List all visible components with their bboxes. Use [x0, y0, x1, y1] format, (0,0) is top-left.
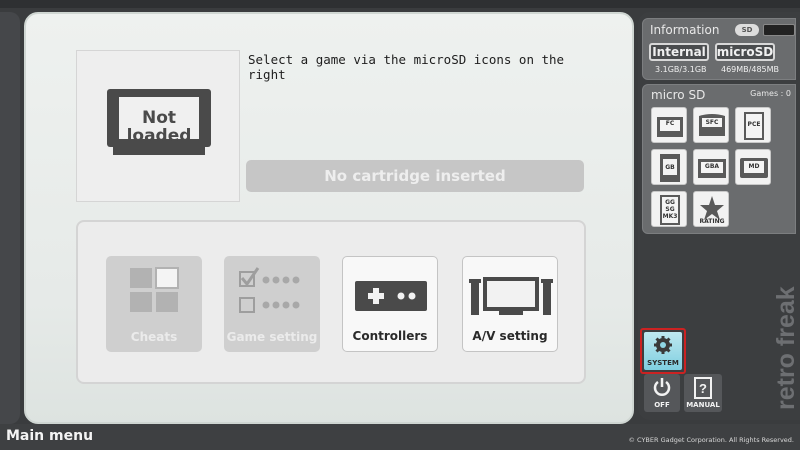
off-label: OFF [654, 401, 670, 409]
tv-speakers-icon [469, 277, 553, 315]
internal-storage-chip: Internal [649, 43, 709, 61]
av-setting-button[interactable]: A/V setting [462, 256, 558, 352]
sfc-cartridge-icon [699, 114, 725, 136]
microsd-title: micro SD [651, 88, 706, 102]
retro-freak-logo-text: retro freak [772, 286, 800, 410]
game-setting-button[interactable]: Game setting [224, 256, 320, 352]
cartridge-label: Not loaded [105, 109, 213, 145]
pce-label: PCE [747, 121, 761, 128]
game-preview-card: Not loaded [76, 50, 240, 202]
games-count: Games : 0 [750, 89, 791, 98]
cartridge-label-line2: loaded [126, 126, 192, 146]
md-label: MD [748, 163, 760, 170]
system-button[interactable]: SYSTEM [640, 328, 686, 374]
manual-button[interactable]: ? MANUAL [684, 374, 722, 412]
cartridge-status-bar: No cartridge inserted [246, 160, 584, 192]
cheats-grid-icon [130, 267, 179, 312]
menu-container: Cheats Game setting Controllers A/V sett… [76, 220, 586, 384]
main-panel: Not loaded Select a game via the microSD… [24, 12, 634, 424]
screen-title: Main menu [6, 428, 94, 444]
power-icon [653, 378, 671, 396]
sidebar: Information SD Internal microSD 3.1GB/3.… [638, 12, 800, 420]
checklist-icon [239, 267, 300, 313]
cheats-button[interactable]: Cheats [106, 256, 202, 352]
system-sfc-button[interactable]: SFC [693, 107, 729, 143]
system-button-face: SYSTEM [644, 332, 682, 370]
cartridge-label-line1: Not [141, 108, 177, 128]
system-pce-button[interactable]: PCE [735, 107, 771, 143]
rating-label: RATING [699, 218, 725, 225]
copyright-text: © CYBER Gadget Corporation. All Rights R… [628, 436, 794, 444]
svg-text:?: ? [699, 381, 707, 396]
sd-card-icon [763, 24, 795, 36]
gamepad-icon [355, 281, 427, 311]
cartridge-status-text: No cartridge inserted [324, 167, 506, 185]
internal-storage-value: 3.1GB/3.1GB [655, 65, 707, 74]
rating-button[interactable]: RATING [693, 191, 729, 227]
manual-help-icon: ? [694, 377, 712, 399]
microsd-storage-chip: microSD [715, 43, 775, 61]
controllers-label: Controllers [352, 329, 428, 343]
system-fc-button[interactable]: FC [651, 107, 687, 143]
power-off-button[interactable]: OFF [644, 374, 680, 412]
controllers-button[interactable]: Controllers [342, 256, 438, 352]
microsd-storage-value: 469MB/485MB [721, 65, 780, 74]
fc-label: FC [665, 120, 675, 127]
information-panel: Information SD Internal microSD 3.1GB/3.… [642, 18, 796, 80]
manual-label: MANUAL [686, 401, 720, 409]
system-md-button[interactable]: MD [735, 149, 771, 185]
microsd-panel: micro SD Games : 0 FC SFC PCE GB GBA MD … [642, 84, 796, 234]
information-title: Information [650, 23, 720, 37]
gba-label: GBA [704, 163, 720, 170]
top-strip [0, 0, 800, 8]
system-gb-button[interactable]: GB [651, 149, 687, 185]
left-bezel [0, 12, 20, 424]
sd-badge: SD [735, 24, 759, 36]
hint-text: Select a game via the microSD icons on t… [248, 52, 565, 82]
gb-label: GB [665, 164, 675, 171]
gg-sg-mk3-label: GG SG MK3 [662, 199, 678, 220]
system-gg-sg-mk3-button[interactable]: GG SG MK3 [651, 191, 687, 227]
sfc-label: SFC [705, 119, 719, 126]
cheats-label: Cheats [130, 330, 178, 344]
retro-freak-logo: retro freak [772, 286, 800, 410]
bottom-bar: Main menu © CYBER Gadget Corporation. Al… [0, 424, 800, 450]
av-setting-label: A/V setting [472, 329, 548, 343]
game-setting-label: Game setting [226, 330, 318, 344]
system-gba-button[interactable]: GBA [693, 149, 729, 185]
system-label: SYSTEM [647, 359, 679, 367]
gear-icon [654, 336, 672, 354]
